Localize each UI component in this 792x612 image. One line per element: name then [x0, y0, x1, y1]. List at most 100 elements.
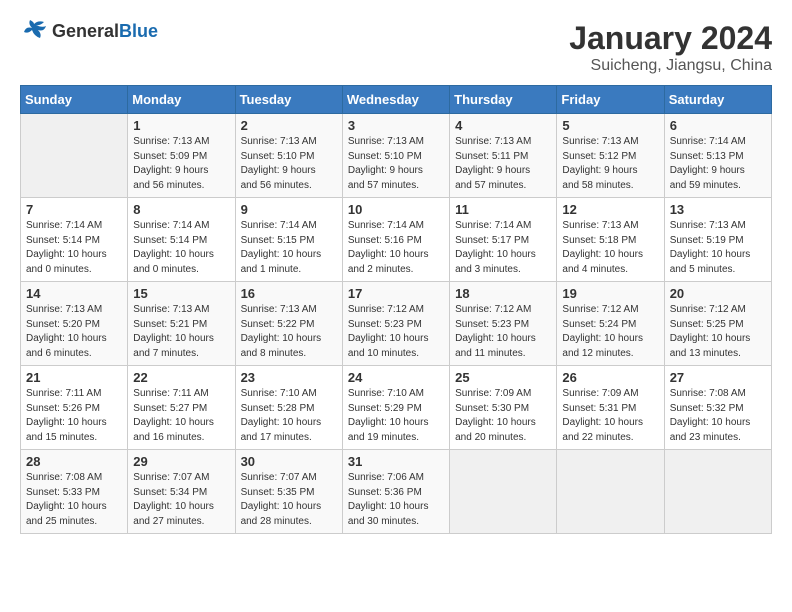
day-number: 5 [562, 118, 658, 133]
empty-day-cell [21, 114, 128, 198]
calendar-day-cell: 2Sunrise: 7:13 AM Sunset: 5:10 PM Daylig… [235, 114, 342, 198]
logo-blue: Blue [119, 21, 158, 41]
day-number: 8 [133, 202, 229, 217]
day-info: Sunrise: 7:12 AM Sunset: 5:25 PM Dayligh… [670, 303, 766, 361]
day-number: 16 [241, 286, 337, 301]
calendar-week-row: 14Sunrise: 7:13 AM Sunset: 5:20 PM Dayli… [21, 282, 772, 366]
day-info: Sunrise: 7:13 AM Sunset: 5:22 PM Dayligh… [241, 303, 337, 361]
empty-day-cell [664, 450, 771, 534]
calendar-week-row: 21 Sunrise: 7:11 AM Sunset: 5:26 PM Dayli… [21, 366, 772, 450]
day-info: Sunrise: 7:07 AM Sunset: 5:34 PM Dayligh… [133, 471, 229, 529]
day-number: 15 [133, 286, 229, 301]
day-number: 31 [348, 454, 444, 469]
logo: GeneralBlue [20, 20, 158, 42]
day-number: 30 [241, 454, 337, 469]
day-number: 19 [562, 286, 658, 301]
calendar-day-cell: 10 Sunrise: 7:14 AM Sunset: 5:16 PM Dayli… [342, 198, 449, 282]
calendar-day-cell: 30 Sunrise: 7:07 AM Sunset: 5:35 PM Dayli… [235, 450, 342, 534]
calendar-day-cell: 13Sunrise: 7:13 AM Sunset: 5:19 PM Dayli… [664, 198, 771, 282]
day-info: Sunrise: 7:09 AM Sunset: 5:30 PM Dayligh… [455, 387, 551, 445]
title-block: January 2024 Suicheng, Jiangsu, China [569, 20, 772, 75]
day-info: Sunrise: 7:08 AM Sunset: 5:33 PM Dayligh… [26, 471, 122, 529]
day-number: 10 [348, 202, 444, 217]
calendar-day-cell: 22Sunrise: 7:11 AM Sunset: 5:27 PM Dayli… [128, 366, 235, 450]
calendar-day-cell: 14Sunrise: 7:13 AM Sunset: 5:20 PM Dayli… [21, 282, 128, 366]
day-info: Sunrise: 7:13 AM Sunset: 5:10 PM Dayligh… [348, 135, 444, 193]
calendar-day-cell: 27Sunrise: 7:08 AM Sunset: 5:32 PM Dayli… [664, 366, 771, 450]
day-number: 3 [348, 118, 444, 133]
day-number: 23 [241, 370, 337, 385]
empty-day-cell [557, 450, 664, 534]
calendar-day-cell: 31 Sunrise: 7:06 AM Sunset: 5:36 PM Dayli… [342, 450, 449, 534]
calendar-day-cell: 7Sunrise: 7:14 AM Sunset: 5:14 PM Daylig… [21, 198, 128, 282]
day-of-week-header: Monday [128, 86, 235, 114]
calendar-day-cell: 5 Sunrise: 7:13 AM Sunset: 5:12 PM Daylig… [557, 114, 664, 198]
day-number: 28 [26, 454, 122, 469]
day-info: Sunrise: 7:06 AM Sunset: 5:36 PM Dayligh… [348, 471, 444, 529]
day-info: Sunrise: 7:14 AM Sunset: 5:14 PM Dayligh… [133, 219, 229, 277]
calendar-day-cell: 18 Sunrise: 7:12 AM Sunset: 5:23 PM Dayli… [450, 282, 557, 366]
day-number: 7 [26, 202, 122, 217]
calendar-day-cell: 28 Sunrise: 7:08 AM Sunset: 5:33 PM Dayli… [21, 450, 128, 534]
day-of-week-header: Saturday [664, 86, 771, 114]
calendar-day-cell: 3 Sunrise: 7:13 AM Sunset: 5:10 PM Daylig… [342, 114, 449, 198]
logo-text: GeneralBlue [52, 21, 158, 42]
day-info: Sunrise: 7:07 AM Sunset: 5:35 PM Dayligh… [241, 471, 337, 529]
logo-bird-icon [20, 20, 48, 42]
day-number: 18 [455, 286, 551, 301]
calendar-day-cell: 17Sunrise: 7:12 AM Sunset: 5:23 PM Dayli… [342, 282, 449, 366]
calendar-week-row: 28 Sunrise: 7:08 AM Sunset: 5:33 PM Dayli… [21, 450, 772, 534]
day-number: 6 [670, 118, 766, 133]
day-number: 2 [241, 118, 337, 133]
day-info: Sunrise: 7:12 AM Sunset: 5:23 PM Dayligh… [455, 303, 551, 361]
day-number: 9 [241, 202, 337, 217]
day-number: 26 [562, 370, 658, 385]
day-info: Sunrise: 7:10 AM Sunset: 5:29 PM Dayligh… [348, 387, 444, 445]
calendar-week-row: 1Sunrise: 7:13 AM Sunset: 5:09 PM Daylig… [21, 114, 772, 198]
day-info: Sunrise: 7:09 AM Sunset: 5:31 PM Dayligh… [562, 387, 658, 445]
day-info: Sunrise: 7:10 AM Sunset: 5:28 PM Dayligh… [241, 387, 337, 445]
day-info: Sunrise: 7:14 AM Sunset: 5:17 PM Dayligh… [455, 219, 551, 277]
day-info: Sunrise: 7:14 AM Sunset: 5:15 PM Dayligh… [241, 219, 337, 277]
page-header: GeneralBlue January 2024 Suicheng, Jiang… [20, 20, 772, 75]
calendar-header-row: SundayMondayTuesdayWednesdayThursdayFrid… [21, 86, 772, 114]
day-number: 21 [26, 370, 122, 385]
day-number: 1 [133, 118, 229, 133]
day-info: Sunrise: 7:13 AM Sunset: 5:19 PM Dayligh… [670, 219, 766, 277]
day-number: 22 [133, 370, 229, 385]
day-info: Sunrise: 7:12 AM Sunset: 5:24 PM Dayligh… [562, 303, 658, 361]
day-info: Sunrise: 7:13 AM Sunset: 5:12 PM Dayligh… [562, 135, 658, 193]
day-of-week-header: Sunday [21, 86, 128, 114]
day-number: 29 [133, 454, 229, 469]
calendar-table: SundayMondayTuesdayWednesdayThursdayFrid… [20, 85, 772, 534]
calendar-day-cell: 11 Sunrise: 7:14 AM Sunset: 5:17 PM Dayli… [450, 198, 557, 282]
day-info: Sunrise: 7:13 AM Sunset: 5:18 PM Dayligh… [562, 219, 658, 277]
logo-general: General [52, 21, 119, 41]
calendar-day-cell: 4 Sunrise: 7:13 AM Sunset: 5:11 PM Daylig… [450, 114, 557, 198]
calendar-day-cell: 19 Sunrise: 7:12 AM Sunset: 5:24 PM Dayli… [557, 282, 664, 366]
day-info: Sunrise: 7:14 AM Sunset: 5:16 PM Dayligh… [348, 219, 444, 277]
day-number: 4 [455, 118, 551, 133]
day-number: 24 [348, 370, 444, 385]
day-number: 25 [455, 370, 551, 385]
day-number: 11 [455, 202, 551, 217]
calendar-day-cell: 25 Sunrise: 7:09 AM Sunset: 5:30 PM Dayli… [450, 366, 557, 450]
calendar-day-cell: 6 Sunrise: 7:14 AM Sunset: 5:13 PM Daylig… [664, 114, 771, 198]
day-number: 20 [670, 286, 766, 301]
day-info: Sunrise: 7:11 AM Sunset: 5:26 PM Dayligh… [26, 387, 122, 445]
day-info: Sunrise: 7:14 AM Sunset: 5:13 PM Dayligh… [670, 135, 766, 193]
day-info: Sunrise: 7:13 AM Sunset: 5:21 PM Dayligh… [133, 303, 229, 361]
calendar-day-cell: 12Sunrise: 7:13 AM Sunset: 5:18 PM Dayli… [557, 198, 664, 282]
calendar-day-cell: 29 Sunrise: 7:07 AM Sunset: 5:34 PM Dayli… [128, 450, 235, 534]
calendar-day-cell: 1Sunrise: 7:13 AM Sunset: 5:09 PM Daylig… [128, 114, 235, 198]
calendar-day-cell: 24 Sunrise: 7:10 AM Sunset: 5:29 PM Dayli… [342, 366, 449, 450]
calendar-day-cell: 20 Sunrise: 7:12 AM Sunset: 5:25 PM Dayli… [664, 282, 771, 366]
day-of-week-header: Thursday [450, 86, 557, 114]
calendar-week-row: 7 Sunrise: 7:14 AM Sunset: 5:14 PM Daylig… [21, 198, 772, 282]
location-subtitle: Suicheng, Jiangsu, China [569, 57, 772, 75]
day-of-week-header: Tuesday [235, 86, 342, 114]
day-number: 17 [348, 286, 444, 301]
month-year-title: January 2024 [569, 20, 772, 57]
day-number: 27 [670, 370, 766, 385]
day-info: Sunrise: 7:13 AM Sunset: 5:11 PM Dayligh… [455, 135, 551, 193]
